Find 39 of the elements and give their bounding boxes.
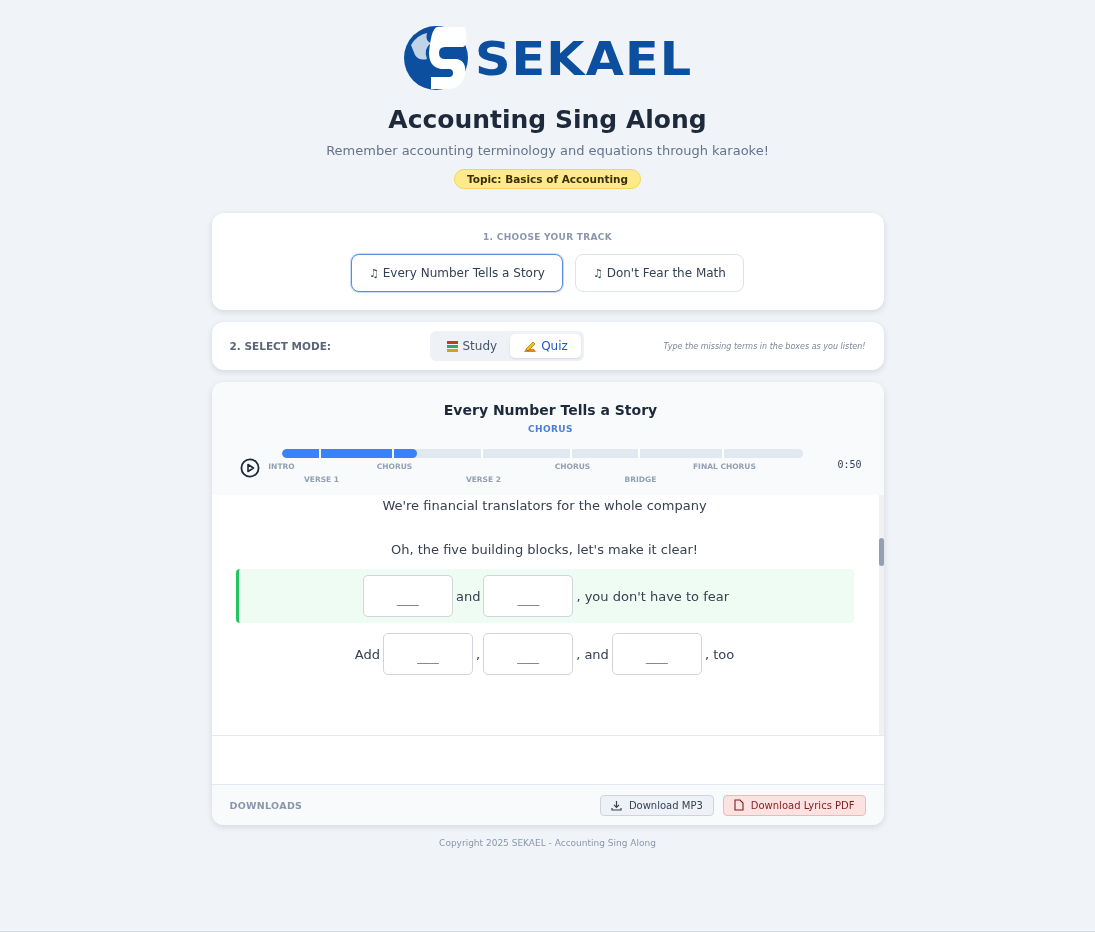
lyric-text: , you don't have to fear <box>576 588 730 604</box>
lyric-text: , too <box>704 646 735 662</box>
lyric-text: Add <box>354 646 380 662</box>
lyric-text: , and <box>576 646 609 662</box>
lyric-text: Oh, the five building blocks, let's make it clear! <box>390 541 699 557</box>
answer-box[interactable]: ___ <box>362 575 453 617</box>
mode-tab[interactable]: Study <box>432 334 511 358</box>
books-icon <box>445 339 459 353</box>
subtitle: Remember accounting terminology and equations through karaoke! <box>326 143 769 158</box>
answer-box[interactable]: ___ <box>483 575 574 617</box>
section-heading: 1. CHOOSE YOUR TRACK <box>483 232 612 242</box>
section-heading: 2. SELECT MODE: <box>229 340 333 352</box>
answer-box[interactable]: ___ <box>483 633 574 675</box>
progress-track[interactable] <box>281 449 804 458</box>
page-title: Accounting Sing Along <box>388 105 707 134</box>
globe-logo-icon <box>403 25 470 91</box>
mode-tab[interactable]: Quiz <box>510 334 581 358</box>
scrollbar-thumb[interactable] <box>878 538 884 566</box>
logo-text: SEKAEL <box>475 34 693 82</box>
pencil-icon <box>523 339 538 353</box>
file-icon <box>733 799 744 811</box>
lyric-text: We're financial translators for the whole company <box>382 497 707 513</box>
lyric-text: and <box>455 588 481 604</box>
track-button[interactable]: ♫ Every Number Tells a Story <box>351 254 563 292</box>
current-section: CHORUS <box>528 424 573 434</box>
download-button[interactable]: Download Lyrics PDF <box>722 794 866 816</box>
download-button[interactable]: Download MP3 <box>599 794 714 816</box>
track-button[interactable]: ♫ Don't Fear the Math <box>574 254 744 292</box>
answer-box[interactable]: ___ <box>383 633 473 675</box>
copyright-text: Copyright 2025 SEKAEL - Accounting Sing Along <box>438 838 657 848</box>
hint-text: Type the missing terms in the boxes as you listen! <box>663 341 866 351</box>
answer-box[interactable]: ___ <box>611 633 702 675</box>
lyric-text: , <box>476 646 481 662</box>
song-title: Every Number Tells a Story <box>443 402 658 418</box>
time-readout: 0:50 <box>837 459 862 470</box>
section-heading: DOWNLOADS <box>229 799 303 811</box>
download-icon <box>610 799 622 811</box>
play-button[interactable] <box>239 458 260 478</box>
topic-badge: Topic: Basics of Accounting <box>454 169 641 189</box>
